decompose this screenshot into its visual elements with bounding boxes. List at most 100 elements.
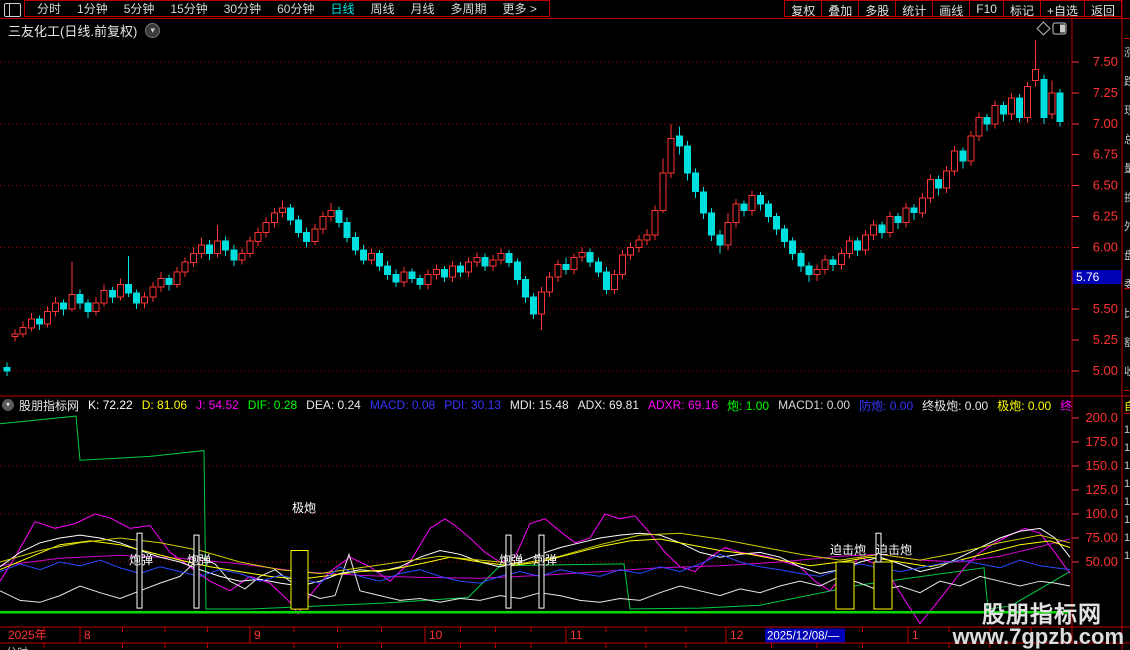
candle-body	[806, 266, 812, 275]
title-chevron-down-icon[interactable]: ▾	[145, 23, 160, 38]
candle-body	[409, 272, 415, 278]
candle-body	[117, 285, 123, 297]
indicator-value-5: DEA: 0.24	[306, 398, 361, 412]
candle-body	[344, 223, 350, 238]
candle-body	[960, 151, 966, 161]
candle-body	[660, 173, 666, 210]
candle-body	[895, 217, 901, 223]
sidebar-edge-digit: 1	[1124, 424, 1130, 436]
candle-body	[790, 241, 796, 253]
strip-divider	[1124, 288, 1130, 289]
candle-body	[636, 240, 642, 247]
candle-body	[741, 204, 747, 210]
signal-bar-yellow	[836, 562, 854, 609]
period-tab-1[interactable]: 1分钟	[69, 0, 116, 17]
candle-body	[506, 254, 512, 263]
candle-body	[514, 262, 520, 279]
toolbar-button-7[interactable]: +自选	[1040, 0, 1085, 17]
price-axis-label: 7.25	[1093, 85, 1118, 100]
sidebar-edge-glyph: 外	[1124, 218, 1130, 234]
candle-body	[45, 312, 51, 324]
price-axis-label: 7.00	[1093, 116, 1118, 131]
indicator-value-13: 防炮: 0.00	[859, 398, 913, 412]
period-tab-6[interactable]: 日线	[322, 0, 362, 17]
period-tab-4[interactable]: 30分钟	[216, 0, 269, 17]
candle-body	[595, 262, 601, 272]
candle-body	[782, 229, 788, 241]
candle-body	[377, 254, 383, 266]
period-tab-3[interactable]: 15分钟	[162, 0, 215, 17]
sidebar-edge-digit: 1	[1124, 496, 1130, 508]
sidebar-edge-digit: 1	[1124, 478, 1130, 490]
candle-body	[320, 217, 326, 229]
candle-body	[1008, 98, 1014, 114]
candle-body	[871, 225, 877, 235]
period-tab-10[interactable]: 更多 >	[495, 0, 545, 17]
candle-body	[101, 291, 107, 303]
candle-body	[765, 204, 771, 216]
candle-body	[450, 266, 456, 277]
period-tab-8[interactable]: 月线	[403, 0, 443, 17]
period-tab-5[interactable]: 60分钟	[269, 0, 322, 17]
period-tab-9[interactable]: 多周期	[443, 0, 495, 17]
toolbar-button-3[interactable]: 统计	[895, 0, 933, 17]
candle-body	[296, 220, 302, 232]
sidebar-edge-glyph: 委	[1124, 276, 1130, 292]
signal-bar-white	[506, 535, 511, 608]
toolbar-button-2[interactable]: 多股	[858, 0, 896, 17]
chart-canvas[interactable]: 极炮炮弹炮弹炮弹炮弹迫击炮迫击炮7.507.257.006.756.506.25…	[0, 0, 1130, 650]
candle-body	[620, 255, 626, 275]
sidebar-edge-glyph: 总	[1124, 131, 1130, 147]
candle-body	[944, 171, 950, 188]
candle-body	[563, 265, 569, 270]
candle-body	[247, 241, 253, 253]
indicator-name: 股朋指标网	[19, 398, 79, 412]
toolbar-button-8[interactable]: 返回	[1084, 0, 1122, 17]
period-tab-2[interactable]: 5分钟	[116, 0, 163, 17]
candle-body	[93, 303, 99, 312]
candle-body	[1041, 79, 1047, 117]
price-axis-label: 6.50	[1093, 178, 1118, 193]
toolbar-button-5[interactable]: F10	[969, 0, 1004, 17]
candle-body	[109, 291, 115, 297]
candle-body	[1057, 93, 1063, 121]
candle-body	[644, 235, 650, 240]
candle-body	[360, 250, 366, 260]
candle-body	[579, 252, 585, 257]
toolbar-button-4[interactable]: 画线	[932, 0, 970, 17]
indicator-chevron-down-icon[interactable]: ▾	[2, 399, 14, 411]
top-toolbar: 分时1分钟5分钟15分钟30分钟60分钟日线周线月线多周期更多 > 复权叠加多股…	[0, 0, 1130, 19]
candle-body	[328, 210, 334, 216]
right-edge-panel: 涨跌现总量换外盘委比额收自11111111	[1123, 0, 1130, 650]
candle-body	[417, 278, 423, 284]
candle-body	[150, 287, 156, 297]
diamond-icon[interactable]	[1037, 22, 1050, 35]
sidebar-edge-glyph: 量	[1124, 160, 1130, 176]
candle-body	[458, 266, 464, 272]
period-tab-0[interactable]: 分时	[29, 0, 69, 17]
candle-body	[652, 210, 658, 235]
candle-body	[571, 257, 577, 269]
candle-body	[20, 328, 26, 334]
indicator-baseline	[0, 611, 1070, 614]
toolbar-button-6[interactable]: 标记	[1003, 0, 1041, 17]
toolbar-button-1[interactable]: 叠加	[821, 0, 859, 17]
candle-body	[4, 367, 10, 371]
indicator-axis-label: 200.0	[1085, 410, 1118, 425]
candle-body	[992, 105, 998, 124]
candle-body	[279, 208, 285, 213]
sidebar-edge-glyph: 涨	[1124, 44, 1130, 60]
price-axis-label: 5.00	[1093, 363, 1118, 378]
indicator-value-3: J: 54.52	[196, 398, 239, 412]
panel-toggle-icon[interactable]	[4, 3, 21, 17]
candle-body	[223, 241, 229, 250]
period-tab-7[interactable]: 周线	[362, 0, 402, 17]
candle-body	[36, 319, 42, 324]
watermark: 股朋指标网 www.7gpzb.com	[952, 603, 1124, 648]
watermark-site-name: 股朋指标网	[952, 603, 1102, 626]
clipped-statusbar-text: 分时	[6, 644, 28, 650]
candle-body	[587, 252, 593, 262]
toolbar-button-0[interactable]: 复权	[784, 0, 822, 17]
candle-body	[126, 285, 132, 294]
stock-title: 三友化工(日线.前复权)	[8, 21, 137, 40]
